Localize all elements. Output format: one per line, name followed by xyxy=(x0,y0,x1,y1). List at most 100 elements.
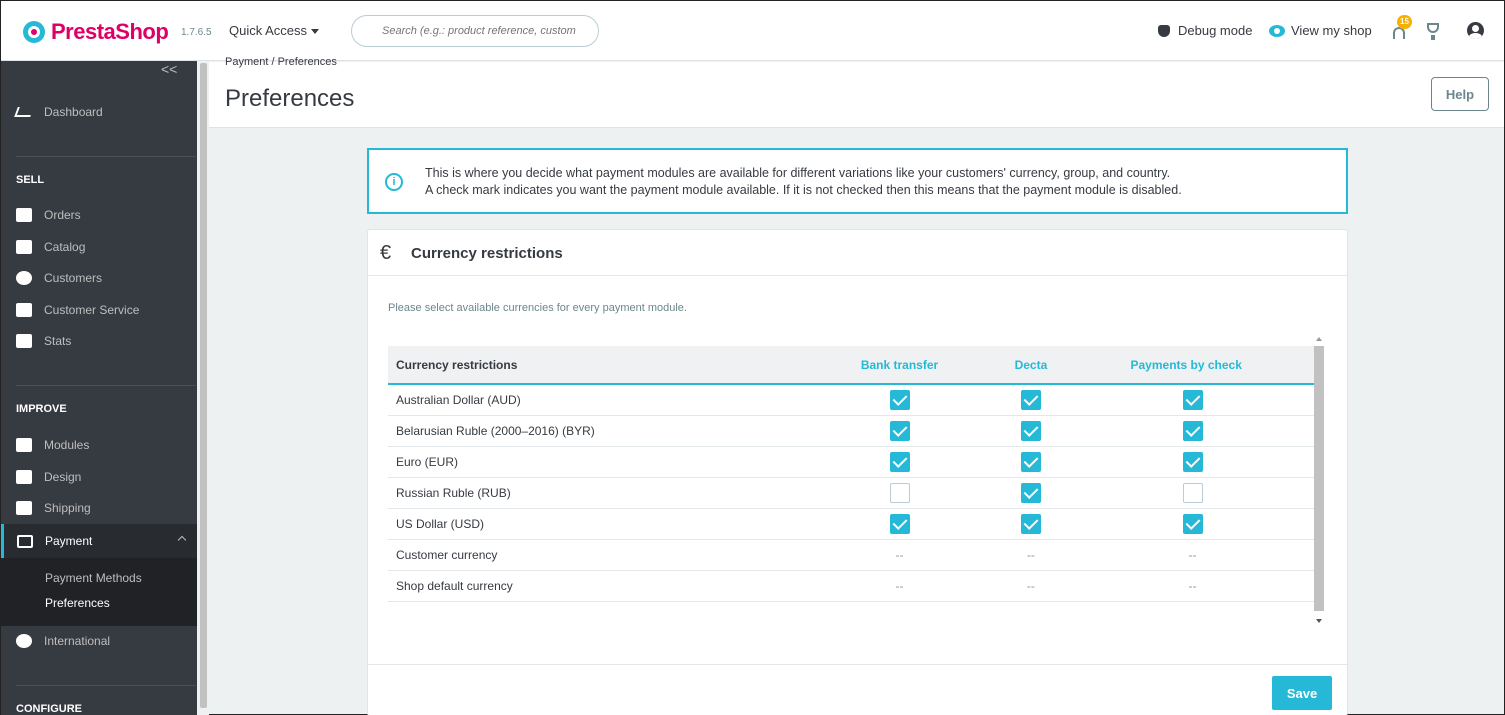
sidebar-item-design[interactable]: Design xyxy=(1,462,197,492)
checkbox-cell xyxy=(1087,415,1316,446)
sidebar-item-stats[interactable]: Stats xyxy=(1,326,197,356)
sidebar-item-payment[interactable]: Payment xyxy=(1,524,197,558)
checkbox-cell xyxy=(824,508,976,539)
sidebar-item-customer-service[interactable]: Customer Service xyxy=(1,295,197,325)
empty-value-cell: -- xyxy=(1026,547,1035,562)
checkbox-checked[interactable] xyxy=(1182,420,1203,441)
submenu-payment-methods[interactable]: Payment Methods xyxy=(45,571,142,585)
checkbox-checked[interactable] xyxy=(1020,482,1041,503)
sidebar-item-label: Payment xyxy=(45,534,93,548)
brand-name: PrestaShop xyxy=(51,19,169,44)
sidebar-item-label: Customers xyxy=(44,271,103,285)
sidebar-item-international[interactable]: International xyxy=(1,626,197,656)
save-button[interactable]: Save xyxy=(1272,676,1332,710)
table-row: US Dollar (USD) xyxy=(388,508,1315,539)
quick-access-dropdown[interactable]: Quick Access xyxy=(229,23,320,38)
sidebar-item-orders[interactable]: Orders xyxy=(1,200,197,230)
checkbox-cell xyxy=(824,446,976,477)
checkbox-checked[interactable] xyxy=(1020,389,1041,410)
checkbox-checked[interactable] xyxy=(889,389,910,410)
checkbox-cell xyxy=(975,446,1086,477)
sidebar-item-label: Catalog xyxy=(44,240,86,254)
section-configure: CONFIGURE xyxy=(16,703,82,715)
search-input[interactable] xyxy=(351,15,599,47)
truck-icon xyxy=(16,501,32,515)
checkbox-checked[interactable] xyxy=(1020,451,1041,472)
sidebar-item-dashboard[interactable]: Dashboard xyxy=(1,97,197,127)
checkbox-cell xyxy=(824,477,976,508)
page-header xyxy=(209,62,1504,128)
trend-icon xyxy=(14,107,34,117)
collapse-sidebar-icon[interactable]: << xyxy=(161,61,177,77)
panel-title: Currency restrictions xyxy=(411,245,563,262)
breadcrumb[interactable]: Payment / Preferences xyxy=(225,56,337,68)
chat-icon xyxy=(16,303,32,317)
panel-description: Please select available currencies for e… xyxy=(388,302,687,314)
panel-header: € Currency restrictions xyxy=(368,230,1347,276)
help-button[interactable]: Help xyxy=(1431,77,1489,111)
table-row: Shop default currency -- -- -- xyxy=(388,570,1315,601)
column-header: Bank transfer xyxy=(860,357,939,372)
currency-name-cell: Shop default currency xyxy=(396,578,513,593)
checkbox-cell xyxy=(975,477,1086,508)
checkbox-checked[interactable] xyxy=(1020,513,1041,534)
sidebar-item-label: Orders xyxy=(44,208,81,222)
checkbox-cell xyxy=(1087,477,1316,508)
currency-name-cell: Customer currency xyxy=(396,547,498,562)
empty-value-cell: -- xyxy=(1026,578,1035,593)
monitor-icon xyxy=(16,470,32,484)
quick-access-label: Quick Access xyxy=(229,23,308,38)
debug-mode-label: Debug mode xyxy=(1178,23,1253,38)
table-scrollbar-thumb[interactable] xyxy=(1314,346,1324,611)
currency-name-cell: Euro (EUR) xyxy=(396,454,459,469)
checkbox-checked[interactable] xyxy=(889,513,910,534)
sidebar-item-label: Shipping xyxy=(44,501,91,515)
table-scrollbar[interactable] xyxy=(1314,334,1324,626)
sidebar-item-label: Design xyxy=(44,470,82,484)
checkbox-checked[interactable] xyxy=(1182,389,1203,410)
sidebar-item-shipping[interactable]: Shipping xyxy=(1,493,197,523)
checkbox-cell xyxy=(824,384,976,415)
checkbox-checked[interactable] xyxy=(1182,513,1203,534)
checkbox-unchecked[interactable] xyxy=(889,482,910,503)
checkbox-checked[interactable] xyxy=(889,420,910,441)
prestashop-logo[interactable]: PrestaShop xyxy=(23,19,169,45)
table-body: Australian Dollar (AUD) Belarusian Ruble … xyxy=(388,384,1315,601)
empty-value-cell: -- xyxy=(1188,547,1197,562)
bug-icon xyxy=(1158,24,1170,37)
trophy-icon[interactable] xyxy=(1425,23,1441,41)
debug-mode-link[interactable]: Debug mode xyxy=(1158,23,1252,38)
submenu-preferences[interactable]: Preferences xyxy=(45,596,110,610)
globe-icon xyxy=(16,634,32,648)
scroll-down-icon[interactable] xyxy=(1316,619,1322,623)
currency-name-cell: Belarusian Ruble (2000–2016) (BYR) xyxy=(396,423,595,438)
sidebar-item-catalog[interactable]: Catalog xyxy=(1,232,197,262)
checkbox-checked[interactable] xyxy=(1020,420,1041,441)
alert-text: This is where you decide what payment mo… xyxy=(425,165,1182,199)
view-my-shop-link[interactable]: View my shop xyxy=(1269,23,1372,38)
checkbox-checked[interactable] xyxy=(1182,451,1203,472)
caret-down-icon xyxy=(311,29,320,35)
puzzle-icon xyxy=(16,438,32,452)
sidebar-item-label: Modules xyxy=(44,438,90,452)
currency-table: Currency restrictions Bank transfer Dect… xyxy=(388,346,1315,602)
checkbox-cell xyxy=(1087,508,1316,539)
checkbox-cell xyxy=(975,384,1086,415)
checkbox-cell xyxy=(1087,446,1316,477)
scroll-up-icon[interactable] xyxy=(1316,337,1322,341)
column-header: Currency restrictions xyxy=(396,357,518,372)
checkbox-unchecked[interactable] xyxy=(1182,482,1203,503)
alert-line-2: A check mark indicates you want the paym… xyxy=(425,183,1182,197)
table-row: Belarusian Ruble (2000–2016) (BYR) xyxy=(388,415,1315,446)
sidebar-item-customers[interactable]: Customers xyxy=(1,263,197,293)
column-header: Payments by check xyxy=(1130,357,1242,372)
sidebar-item-modules[interactable]: Modules xyxy=(1,430,197,460)
sidebar-scrollbar-thumb[interactable] xyxy=(200,63,207,708)
checkbox-checked[interactable] xyxy=(889,451,910,472)
table-row: Australian Dollar (AUD) xyxy=(388,384,1315,415)
account-icon[interactable] xyxy=(1467,22,1484,39)
column-header: Decta xyxy=(1014,357,1048,372)
version-label: 1.7.6.5 xyxy=(181,27,212,38)
bar-chart-icon xyxy=(16,334,32,348)
sidebar-item-label: Dashboard xyxy=(44,105,103,119)
